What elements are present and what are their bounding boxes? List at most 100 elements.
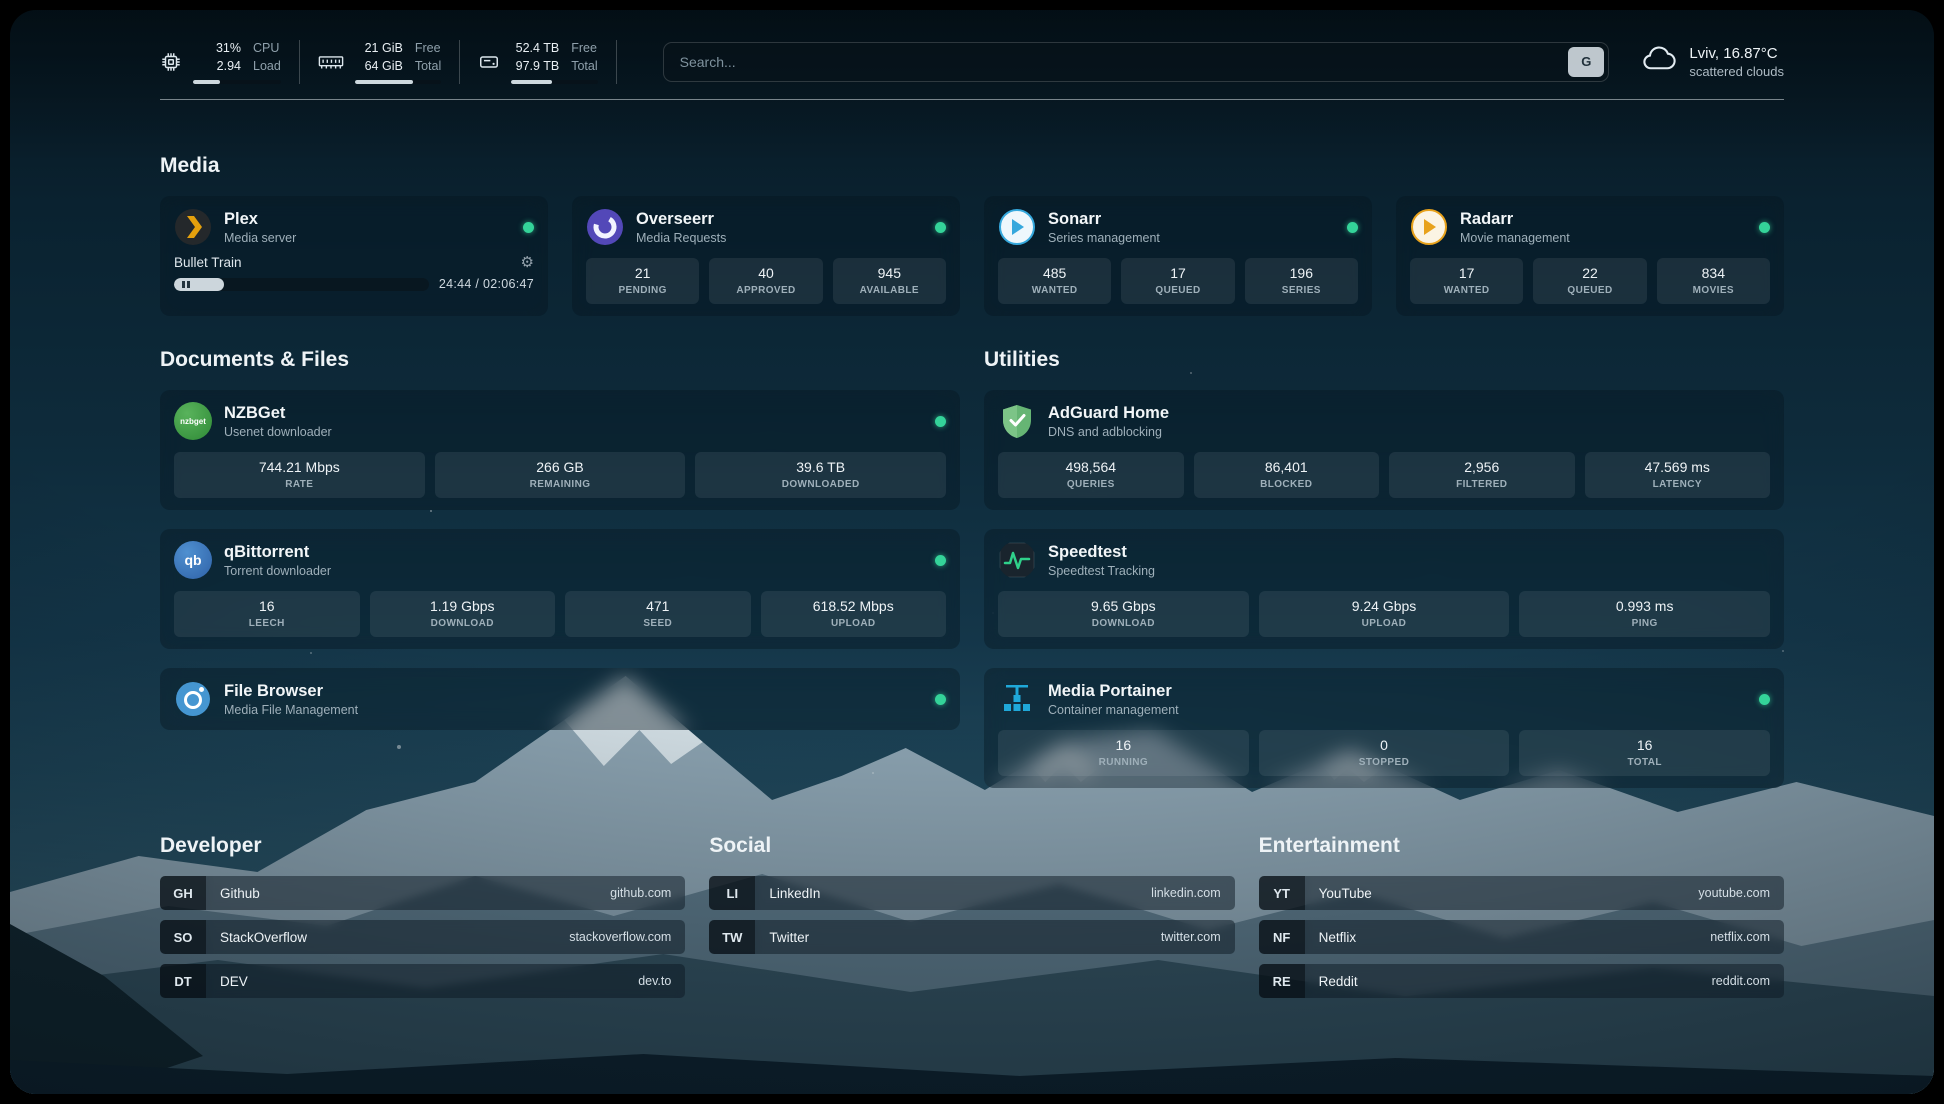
dashboard-screen: 31% CPU 2.94 Load	[0, 0, 1944, 1104]
bookmark-url: linkedin.com	[1151, 886, 1220, 900]
status-dot	[1759, 694, 1770, 705]
bookmark-row-twitter[interactable]: TW Twittertwitter.com	[709, 920, 1234, 954]
service-stats: 485WANTED 17QUEUED 196SERIES	[998, 258, 1358, 304]
bookmark-url: netflix.com	[1710, 930, 1770, 944]
service-card-sonarr[interactable]: Sonarr Series management 485WANTED 17QUE…	[984, 196, 1372, 316]
stat-box: 471SEED	[565, 591, 751, 637]
stat-box: 9.24 GbpsUPLOAD	[1259, 591, 1510, 637]
service-card-speedtest[interactable]: Speedtest Speedtest Tracking 9.65 GbpsDO…	[984, 529, 1784, 649]
service-subtitle: Speedtest Tracking	[1048, 564, 1155, 578]
bookmark-row-youtube[interactable]: YT YouTubeyoutube.com	[1259, 876, 1784, 910]
bookmark-name: Reddit	[1319, 974, 1358, 989]
cpu-widget: 31% CPU 2.94 Load	[160, 40, 300, 84]
bookmark-name: YouTube	[1319, 886, 1372, 901]
service-subtitle: Container management	[1048, 703, 1179, 717]
weather-location: Lviv, 16.87°C	[1689, 45, 1784, 62]
service-subtitle: Movie management	[1460, 231, 1570, 245]
disk-free-label: Free	[571, 40, 597, 57]
weather-text: Lviv, 16.87°C scattered clouds	[1689, 45, 1784, 79]
bookmark-row-github[interactable]: GH Githubgithub.com	[160, 876, 685, 910]
service-subtitle: DNS and adblocking	[1048, 425, 1169, 439]
bookmark-row-stackoverflow[interactable]: SO StackOverflowstackoverflow.com	[160, 920, 685, 954]
weather-widget: Lviv, 16.87°C scattered clouds	[1637, 44, 1784, 79]
service-subtitle: Media File Management	[224, 703, 358, 717]
bookmark-url: stackoverflow.com	[569, 930, 671, 944]
service-title: Speedtest	[1048, 542, 1155, 562]
stat-box: 0.993 msPING	[1519, 591, 1770, 637]
cpu-load: 2.94	[193, 58, 241, 75]
section-documents: Documents & Files nzbget NZBGet Usenet d…	[160, 346, 960, 788]
service-card-nzbget[interactable]: nzbget NZBGet Usenet downloader 744.21 M…	[160, 390, 960, 510]
header-divider	[160, 99, 1784, 101]
section-title-entertainment: Entertainment	[1259, 832, 1784, 860]
service-title: Sonarr	[1048, 209, 1160, 229]
bookmark-group-developer: Developer GH Githubgithub.com SO StackOv…	[160, 832, 685, 998]
service-card-filebrowser[interactable]: File Browser Media File Management	[160, 668, 960, 730]
bookmark-name: DEV	[220, 974, 248, 989]
service-title: Plex	[224, 209, 296, 229]
disk-usage-fill	[511, 80, 552, 84]
disk-widget: 52.4 TB Free 97.9 TB Total	[478, 40, 616, 84]
stat-box: 2,956FILTERED	[1389, 452, 1575, 498]
bookmark-row-reddit[interactable]: RE Redditreddit.com	[1259, 964, 1784, 998]
disk-usage-bar	[511, 80, 597, 84]
playback-progress-bar[interactable]	[174, 278, 429, 291]
speedtest-icon	[998, 541, 1036, 579]
status-dot	[935, 416, 946, 427]
weather-condition: scattered clouds	[1689, 64, 1784, 79]
service-card-overseerr[interactable]: Overseerr Media Requests 21PENDING 40APP…	[572, 196, 960, 316]
bookmark-row-dev[interactable]: DT DEVdev.to	[160, 964, 685, 998]
pause-icon[interactable]	[182, 281, 190, 288]
section-title-utilities: Utilities	[984, 346, 1784, 374]
service-stats: 16LEECH 1.19 GbpsDOWNLOAD 471SEED 618.52…	[174, 591, 946, 637]
stat-box: 17WANTED	[1410, 258, 1523, 304]
service-card-qbittorrent[interactable]: qb qBittorrent Torrent downloader 16LEEC…	[160, 529, 960, 649]
stat-box: 39.6 TBDOWNLOADED	[695, 452, 946, 498]
stat-box: 744.21 MbpsRATE	[174, 452, 425, 498]
settings-gear-icon[interactable]: ⚙	[521, 255, 534, 270]
service-title: File Browser	[224, 681, 358, 701]
stat-box: 22QUEUED	[1533, 258, 1646, 304]
bookmark-row-netflix[interactable]: NF Netflixnetflix.com	[1259, 920, 1784, 954]
memory-total: 64 GiB	[355, 58, 403, 75]
stat-box: 618.52 MbpsUPLOAD	[761, 591, 947, 637]
memory-total-label: Total	[415, 58, 441, 75]
bookmark-name: LinkedIn	[769, 886, 820, 901]
system-stats: 31% CPU 2.94 Load	[160, 40, 635, 84]
service-title: Overseerr	[636, 209, 726, 229]
qbittorrent-icon: qb	[174, 541, 212, 579]
bookmark-row-linkedin[interactable]: LI LinkedInlinkedin.com	[709, 876, 1234, 910]
bookmarks-area: Developer GH Githubgithub.com SO StackOv…	[160, 832, 1784, 998]
reddit-icon: RE	[1259, 964, 1305, 998]
media-grid: Plex Media server Bullet Train ⚙	[160, 196, 1784, 316]
stat-box: 1.19 GbpsDOWNLOAD	[370, 591, 556, 637]
service-subtitle: Torrent downloader	[224, 564, 331, 578]
service-title: AdGuard Home	[1048, 403, 1169, 423]
service-subtitle: Media server	[224, 231, 296, 245]
service-card-plex[interactable]: Plex Media server Bullet Train ⚙	[160, 196, 548, 316]
stat-box: 485WANTED	[998, 258, 1111, 304]
bookmark-url: twitter.com	[1161, 930, 1221, 944]
section-title-social: Social	[709, 832, 1234, 860]
bookmark-group-social: Social LI LinkedInlinkedin.com TW Twitte…	[709, 832, 1234, 998]
service-card-radarr[interactable]: Radarr Movie management 17WANTED 22QUEUE…	[1396, 196, 1784, 316]
stat-box: 17QUEUED	[1121, 258, 1234, 304]
stat-box: 40APPROVED	[709, 258, 822, 304]
bookmark-name: StackOverflow	[220, 930, 307, 945]
section-title-media: Media	[160, 152, 1784, 180]
status-dot	[935, 694, 946, 705]
search-engine-button[interactable]: G	[1568, 47, 1604, 77]
dev-icon: DT	[160, 964, 206, 998]
service-subtitle: Media Requests	[636, 231, 726, 245]
stat-box: 16RUNNING	[998, 730, 1249, 776]
bookmark-name: Github	[220, 886, 260, 901]
status-dot	[523, 222, 534, 233]
status-dot	[935, 555, 946, 566]
search-input[interactable]	[663, 42, 1610, 82]
service-card-adguard[interactable]: AdGuard Home DNS and adblocking 498,564Q…	[984, 390, 1784, 510]
service-stats: 17WANTED 22QUEUED 834MOVIES	[1410, 258, 1770, 304]
cpu-icon	[160, 51, 182, 73]
service-stats: 16RUNNING 0STOPPED 16TOTAL	[998, 730, 1770, 776]
service-card-portainer[interactable]: Media Portainer Container management 16R…	[984, 668, 1784, 788]
github-icon: GH	[160, 876, 206, 910]
